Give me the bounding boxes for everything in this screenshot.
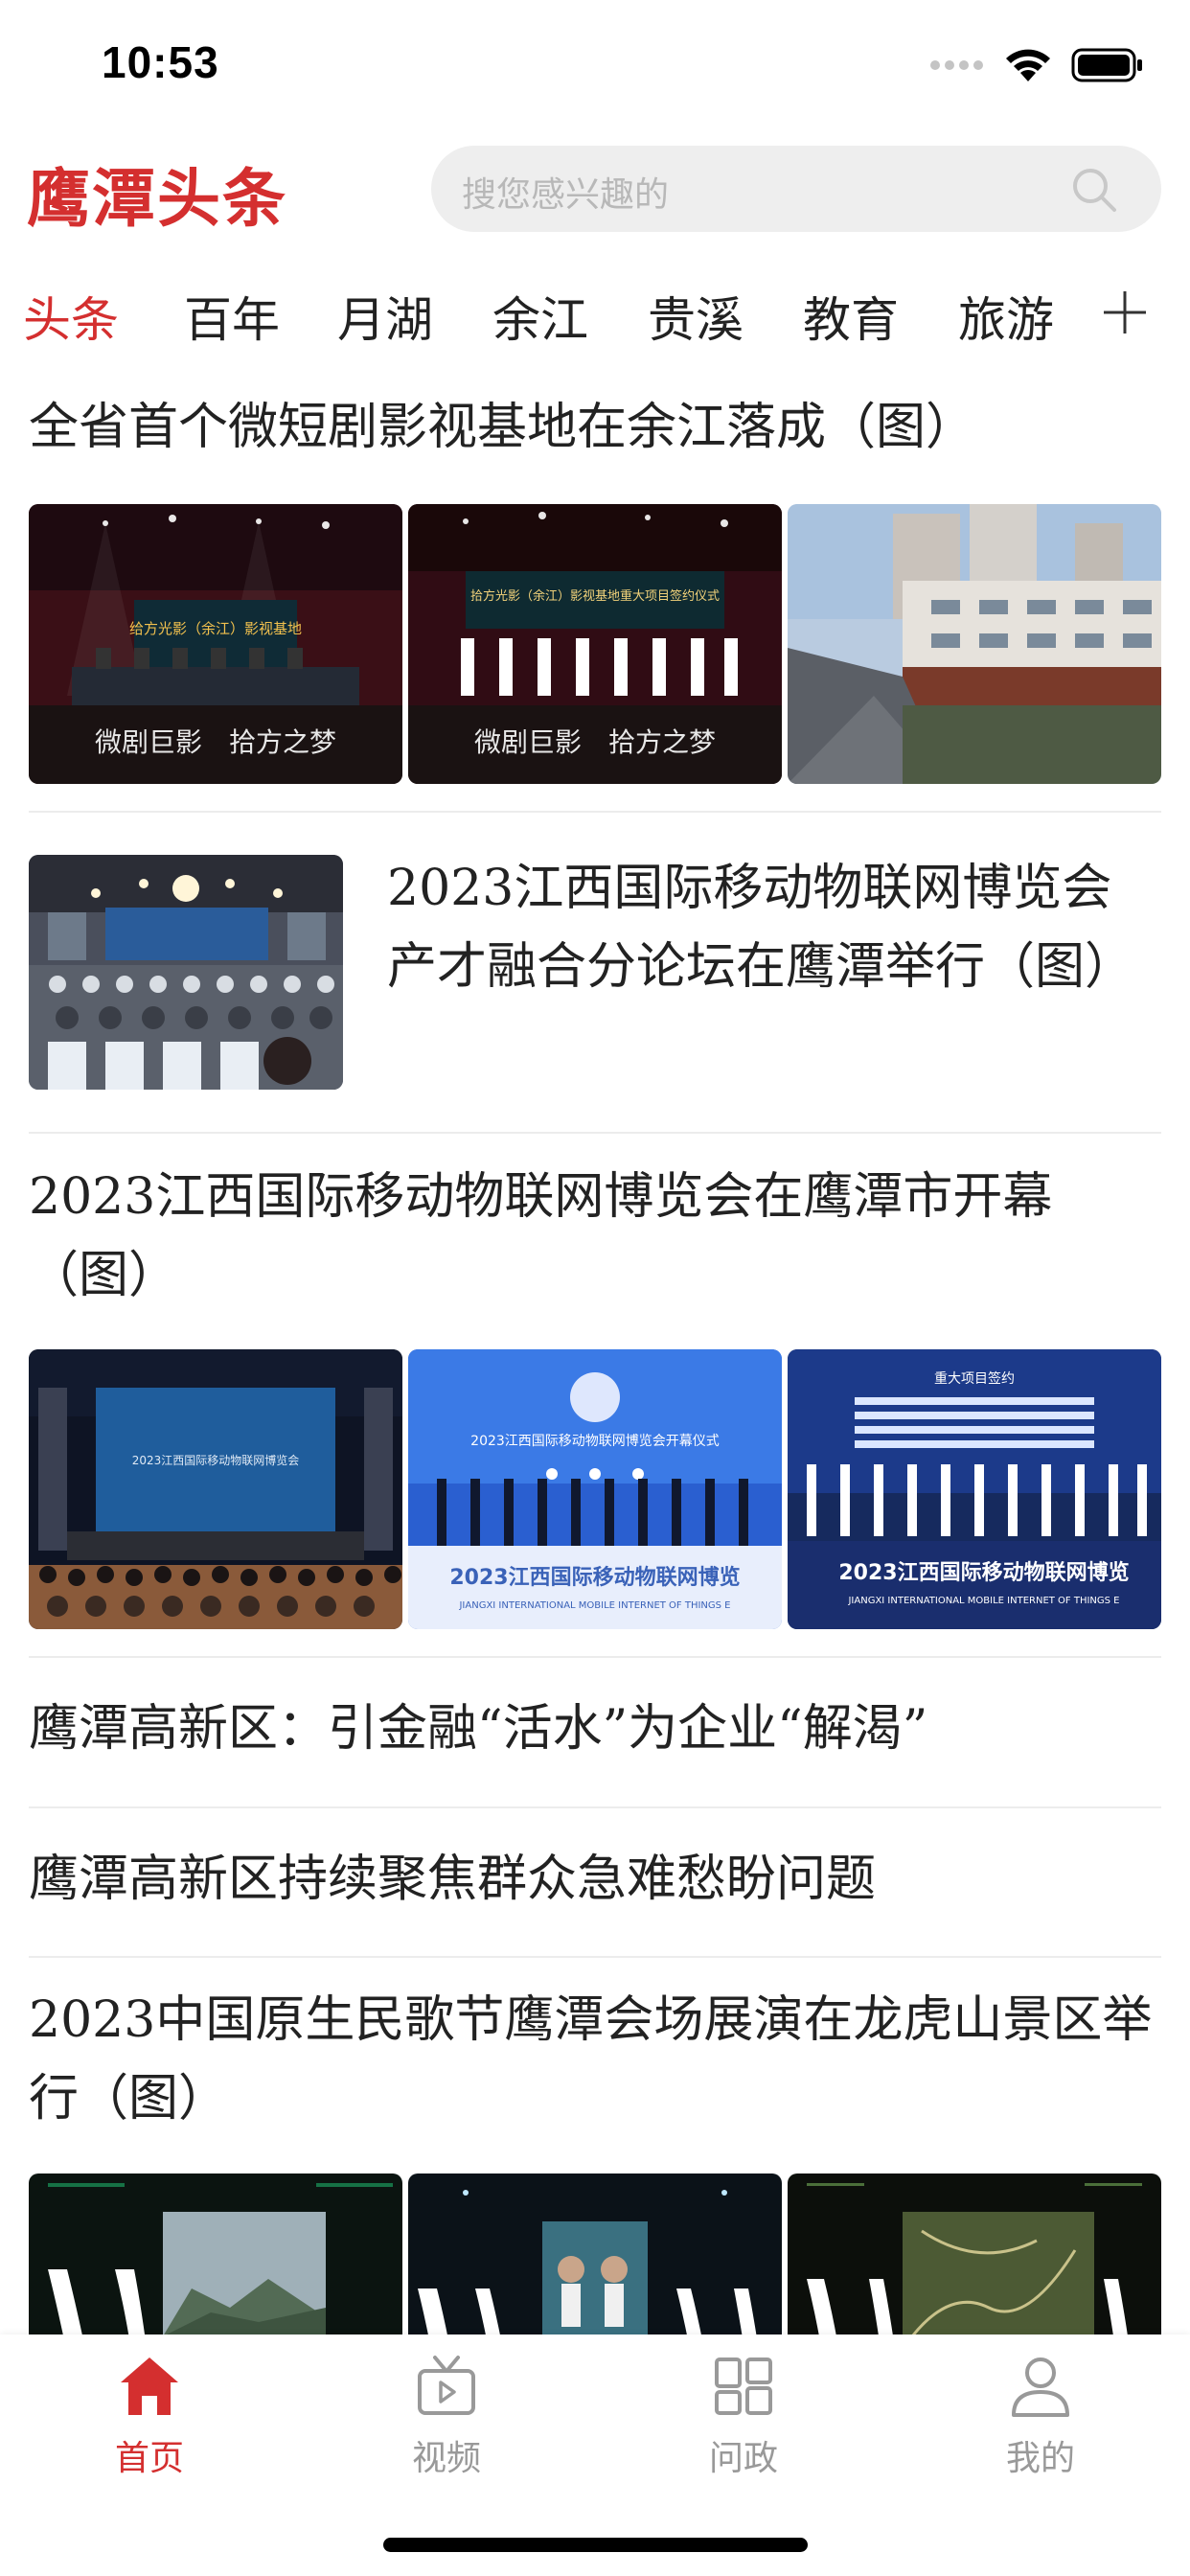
tab-lvyou[interactable]: 旅游 (958, 282, 1054, 351)
image-caption-text: 微剧巨影 拾方之梦 (474, 726, 716, 758)
search-input[interactable]: 搜您感兴趣的 (431, 146, 1161, 232)
tabbar-wenzheng[interactable]: 问政 (663, 2354, 816, 2488)
news-title[interactable]: 全省首个微短剧影视基地在余江落成（图） (29, 388, 1159, 467)
tab-yuehu[interactable]: 月湖 (337, 282, 433, 351)
channel-bar: 头条 百年 月湖 余江 贵溪 教育 旅游 (0, 268, 1190, 364)
divider (29, 1806, 1161, 1808)
divider (29, 1656, 1161, 1658)
news-image[interactable]: 拾方光影（余江）影视基地重大项目签约仪式 微剧巨影 拾方之梦 (408, 504, 782, 784)
tab-yujiang[interactable]: 余江 (492, 282, 588, 351)
image-screen-text: 2023江西国际移动物联网博览会 (132, 1453, 300, 1467)
grid-icon (715, 2358, 772, 2415)
news-image[interactable]: 2023江西国际移动物联网博览会 (29, 1349, 402, 1629)
signal-icon (930, 60, 983, 70)
news-image[interactable]: 2023江西国际移动物联网博览会开幕仪式 2023江西国际移动物联网博览 JIA… (408, 1349, 782, 1629)
news-title[interactable]: 鹰潭高新区：引金融“活水”为企业“解渴” (29, 1690, 1159, 1768)
tab-bainian[interactable]: 百年 (184, 282, 280, 351)
search-placeholder: 搜您感兴趣的 (462, 175, 670, 215)
tab-guixi[interactable]: 贵溪 (648, 282, 744, 351)
image-floor-text: 2023江西国际移动物联网博览 (449, 1565, 740, 1590)
news-title[interactable]: 2023中国原生民歌节鹰潭会场展演在龙虎山景区举行（图） (29, 1981, 1159, 2138)
tabbar-label: 我的 (1005, 2439, 1075, 2478)
news-title[interactable]: 2023江西国际移动物联网博览会产才融合分论坛在鹰潭举行（图） (387, 849, 1144, 1006)
tabbar-video[interactable]: 视频 (366, 2354, 519, 2488)
tab-jiaoyu[interactable]: 教育 (803, 282, 899, 351)
image-banner-text: 拾方光影（余江）影视基地重大项目签约仪式 (470, 588, 720, 604)
divider (29, 1956, 1161, 1958)
tab-toutiao[interactable]: 头条 (23, 282, 119, 351)
search-icon[interactable] (1069, 165, 1119, 215)
plus-icon (1104, 291, 1146, 334)
home-icon (121, 2358, 178, 2415)
tabbar-label: 视频 (411, 2439, 481, 2478)
news-title[interactable]: 鹰潭高新区持续聚焦群众急难愁盼问题 (29, 1840, 1159, 1919)
divider (29, 1132, 1161, 1134)
status-time: 10:53 (102, 37, 219, 87)
user-icon (1012, 2358, 1069, 2417)
tabbar-mine[interactable]: 我的 (960, 2354, 1113, 2488)
tabbar-label: 问政 (708, 2439, 778, 2478)
news-image[interactable] (29, 855, 343, 1090)
add-channel-button[interactable] (1075, 268, 1190, 364)
channel-tabs: 头条 百年 月湖 余江 贵溪 教育 旅游 (0, 268, 1075, 364)
news-image[interactable]: 给方光影（余江）影视基地 微剧巨影 拾方之梦 (29, 504, 402, 784)
image-banner-text: 给方光影（余江）影视基地 (129, 620, 302, 637)
image-floor-text: 2023江西国际移动物联网博览 (838, 1560, 1129, 1585)
status-icons (929, 42, 1144, 88)
app-logo: 鹰潭头条 (27, 162, 287, 236)
news-image[interactable]: 重大项目签约 2023江西国际移动物联网博览 JIANGXI INTERNATI… (788, 1349, 1161, 1629)
battery-icon (1071, 48, 1142, 82)
divider (29, 811, 1161, 813)
status-bar: 10:53 (0, 0, 1190, 129)
tabbar-label: 首页 (114, 2439, 184, 2478)
image-floor-subtext: JIANGXI INTERNATIONAL MOBILE INTERNET OF… (458, 1600, 730, 1611)
image-floor-subtext: JIANGXI INTERNATIONAL MOBILE INTERNET OF… (847, 1596, 1119, 1606)
wifi-icon (1006, 49, 1050, 81)
news-title[interactable]: 2023江西国际移动物联网博览会在鹰潭市开幕（图） (29, 1158, 1159, 1315)
screen: 10:53 鹰潭头条 搜您感兴趣的 头条 百年 月湖 余江 贵溪 教育 旅游 全… (0, 0, 1190, 2576)
header: 鹰潭头条 搜您感兴趣的 (0, 134, 1190, 254)
image-banner-text: 2023江西国际移动物联网博览会开幕仪式 (470, 1433, 720, 1449)
image-caption-text: 微剧巨影 拾方之梦 (95, 726, 336, 758)
home-indicator[interactable] (383, 2538, 808, 2552)
news-image[interactable] (788, 504, 1161, 784)
tv-icon (418, 2356, 475, 2415)
image-banner-text: 重大项目签约 (934, 1370, 1015, 1387)
tabbar-home[interactable]: 首页 (69, 2354, 222, 2488)
